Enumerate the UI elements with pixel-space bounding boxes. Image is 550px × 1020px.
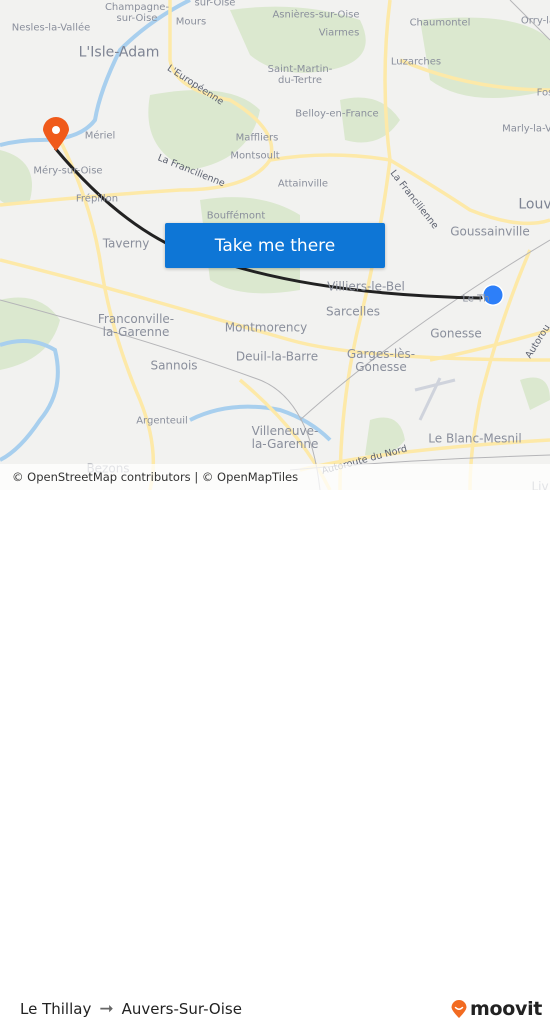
place-label: Louv [518, 196, 550, 213]
brand-name: moovit [470, 998, 543, 1020]
place-label: Le Th [462, 293, 490, 305]
place-label: Villeneuve-la-Garenne [251, 423, 319, 451]
airport-runways [414, 377, 456, 421]
place-label: Garges-lès- Gonesse [346, 346, 416, 374]
place-label: Franconville-la-Garenne [97, 311, 175, 339]
place-label: Asnières-sur-Oise [272, 9, 360, 21]
footer: Le Thillay ➞ Auvers-Sur-Oise moovit [0, 490, 550, 1020]
place-label: Attainville [277, 178, 329, 190]
place-label: Argenteuil [136, 415, 188, 427]
route-title: Le Thillay ➞ Auvers-Sur-Oise [20, 999, 242, 1019]
place-label: Sannois [150, 358, 198, 373]
place-label: Bouffémont [206, 210, 266, 222]
place-label: sur-Oise [194, 0, 236, 9]
place-label: Viarmes [318, 27, 360, 39]
take-me-there-button[interactable]: Take me there [165, 223, 385, 268]
origin-name: Le Thillay [20, 1000, 92, 1018]
map-view[interactable]: Champagne-sur-Oise sur-Oise Mours Nesles… [0, 0, 550, 490]
place-label: Mours [175, 16, 207, 28]
place-label: Fos [536, 87, 550, 99]
place-label: Belloy-en-France [295, 108, 379, 120]
destination-name: Auvers-Sur-Oise [121, 1000, 242, 1018]
place-label: Sarcelles [326, 304, 380, 319]
place-label: Goussainville [450, 224, 530, 239]
place-label: L'Isle-Adam [78, 44, 160, 61]
place-label: Villiers-le-Bel [327, 279, 405, 294]
place-label: Gonesse [430, 326, 482, 341]
moovit-pin-icon [451, 1000, 467, 1018]
place-label: Mériel [84, 130, 116, 142]
place-label: Champagne-sur-Oise [104, 2, 170, 24]
place-label: Deuil-la-Barre [235, 349, 319, 364]
place-label: Marly-la-V [502, 123, 550, 135]
place-label: Taverny [102, 236, 150, 251]
place-label: Saint-Martin-du-Tertre [267, 64, 333, 86]
place-label: Le Blanc-Mesnil [428, 431, 522, 446]
place-label: Chaumontel [409, 17, 471, 29]
destination-marker[interactable] [43, 117, 69, 151]
moovit-logo[interactable]: moovit [450, 998, 542, 1020]
map-attribution[interactable]: © OpenStreetMap contributors | © OpenMap… [0, 464, 550, 490]
place-label: Maffliers [235, 132, 279, 144]
place-label: Montsoult [230, 150, 280, 162]
place-label: Frépillon [75, 193, 119, 205]
place-label: Luzarches [390, 56, 442, 68]
place-label: Orry-la [520, 15, 550, 27]
place-label: Nesles-la-Vallée [11, 22, 91, 34]
place-label: Méry-sur-Oise [33, 165, 103, 177]
place-label: Montmorency [224, 320, 308, 335]
arrow-right-icon: ➞ [99, 999, 114, 1019]
